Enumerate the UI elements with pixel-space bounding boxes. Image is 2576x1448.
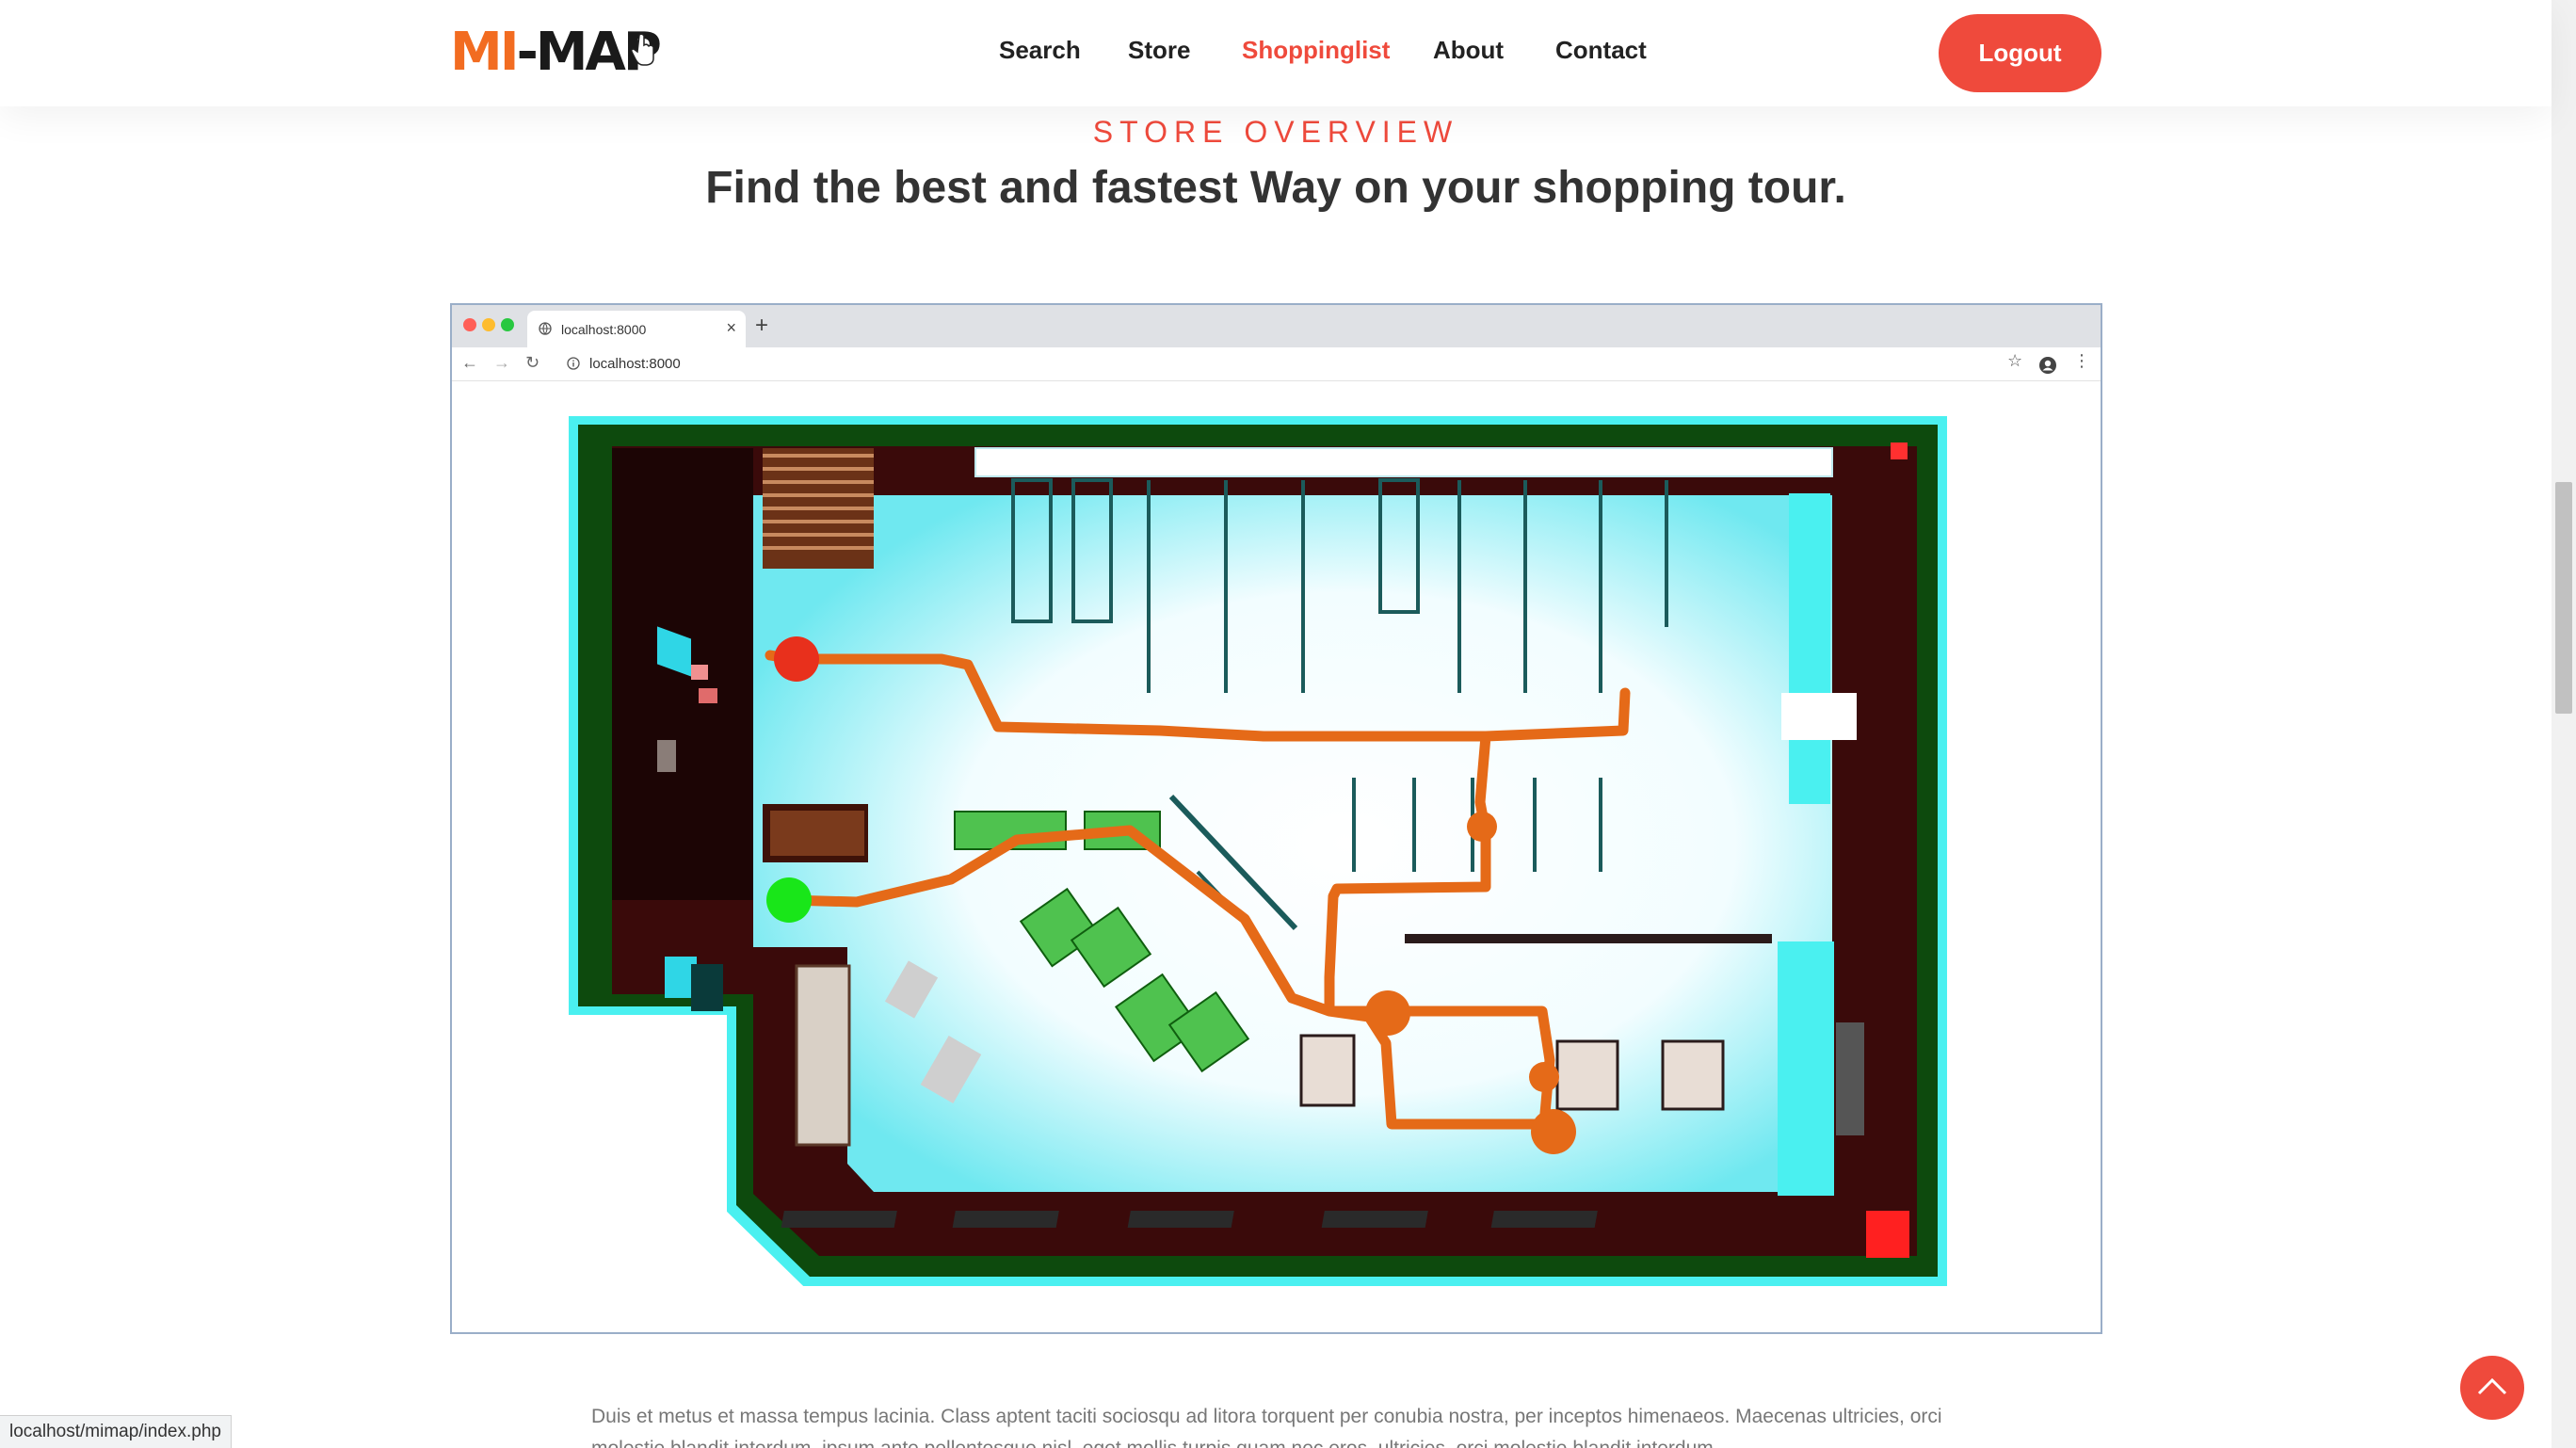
- star-icon: ☆: [2007, 351, 2023, 370]
- back-to-top-button[interactable]: [2460, 1356, 2524, 1420]
- window-maximize-dot-icon: [501, 318, 514, 331]
- nav-link-contact[interactable]: Contact: [1555, 36, 1647, 65]
- browser-tab: localhost:8000 ×: [527, 311, 746, 347]
- body-paragraph: Duis et metus et massa tempus lacinia. C…: [591, 1406, 1942, 1448]
- tab-close-icon: ×: [726, 318, 736, 337]
- back-arrow-icon: ←: [461, 353, 478, 372]
- headline-rest: on your shopping tour.: [1341, 163, 1846, 213]
- right-white-block: [1781, 693, 1857, 740]
- nav-link-about[interactable]: About: [1433, 36, 1504, 65]
- entrance-door-dark: [691, 964, 723, 1011]
- browser-toolbar: ← → ↻ localhost:8000 ☆ ⋮: [452, 347, 2101, 381]
- bottom-right-red-block: [1866, 1211, 1909, 1258]
- window-minimize-dot-icon: [482, 318, 495, 331]
- navbar: MI-MAP Search Store Shoppinglist About C…: [0, 0, 2552, 106]
- top-perimeter-shelf: [974, 447, 1833, 477]
- route-waypoint: [1529, 1062, 1559, 1092]
- route-start-marker: [766, 877, 812, 923]
- browser-tabbar: localhost:8000 × +: [452, 305, 2101, 347]
- section-headline: Find the best and fastest Way on your sh…: [0, 162, 2552, 214]
- logout-button[interactable]: Logout: [1939, 14, 2101, 92]
- reload-icon: ↻: [525, 353, 540, 372]
- left-fixture-pink-2: [699, 688, 717, 703]
- route-waypoint: [1467, 812, 1497, 842]
- right-cyan-shelf-2: [1778, 941, 1834, 1196]
- left-fridge-bank: [795, 964, 851, 1147]
- chevron-up-icon: [2477, 1377, 2507, 1395]
- info-icon: [567, 357, 580, 370]
- section-overline: STORE OVERVIEW: [1092, 115, 1459, 149]
- store-map[interactable]: [452, 382, 2101, 1328]
- page-scrollbar-thumb[interactable]: [2555, 482, 2572, 714]
- globe-icon: [539, 322, 552, 335]
- forward-arrow-icon: →: [493, 353, 510, 372]
- new-tab-icon: +: [755, 313, 769, 338]
- top-right-red-block: [1891, 442, 1908, 459]
- nav-link-store[interactable]: Store: [1128, 36, 1190, 65]
- browser-mockup: localhost:8000 × + ← → ↻ localhost:8000 …: [450, 303, 2102, 1334]
- headline-bold: Find the best and fastest Way: [705, 163, 1342, 213]
- page: MI-MAP Search Store Shoppinglist About C…: [0, 0, 2576, 1448]
- bottom-left-brown-stripe: [770, 811, 864, 856]
- nav-link-shoppinglist[interactable]: Shoppinglist: [1242, 36, 1390, 65]
- address-bar-text: localhost:8000: [589, 356, 681, 372]
- left-storage: [612, 448, 753, 900]
- route-waypoint: [1531, 1109, 1576, 1154]
- right-dark-panel: [1836, 1022, 1864, 1135]
- account-icon: [2039, 357, 2056, 374]
- bakery-shelves: [763, 448, 874, 569]
- route-end-marker: [774, 636, 819, 682]
- tab-title: localhost:8000: [561, 322, 647, 337]
- menu-dots-icon: ⋮: [2073, 351, 2090, 370]
- store-map-viewport[interactable]: [452, 382, 2101, 1332]
- right-cyan-shelf: [1789, 493, 1830, 804]
- route-waypoint: [1365, 990, 1410, 1036]
- left-fixture-grey: [657, 740, 676, 772]
- nav-link-search[interactable]: Search: [999, 36, 1081, 65]
- left-fixture-pink-1: [691, 665, 708, 680]
- window-close-dot-icon: [463, 318, 476, 331]
- long-shelf: [1405, 934, 1772, 943]
- link-status-bar: localhost/mimap/index.php: [0, 1415, 232, 1448]
- main-nav: Search Store Shoppinglist About Contact: [0, 0, 2552, 106]
- page-scrollbar-track[interactable]: [2552, 0, 2576, 1448]
